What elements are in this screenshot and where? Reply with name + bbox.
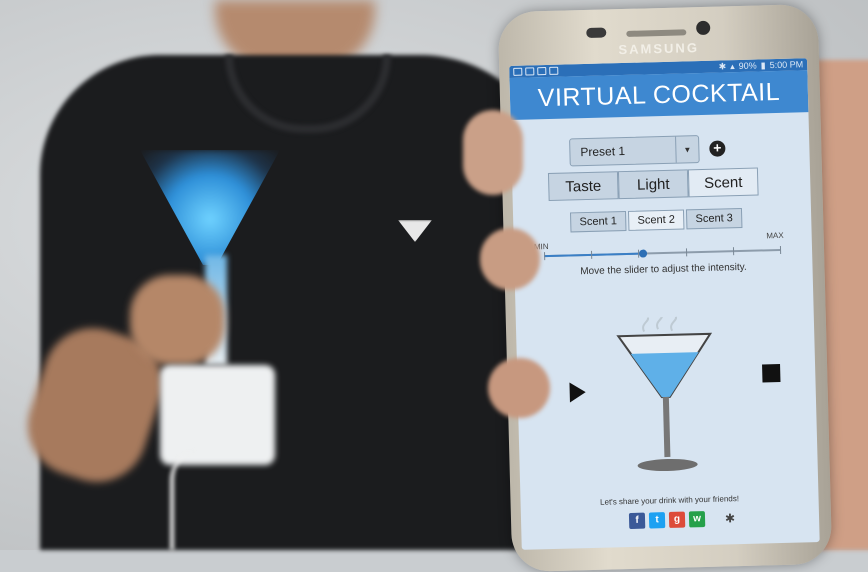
slider-tick: [685, 248, 687, 257]
front-camera: [586, 27, 607, 38]
share-row: f t g w ✱: [628, 510, 735, 530]
scent-tabs: Scent 1 Scent 2 Scent 3: [569, 207, 743, 233]
person-hand: [130, 275, 225, 365]
play-icon[interactable]: [569, 382, 586, 403]
slider-tick: [732, 247, 734, 256]
smartphone: SAMSUNG ✱ ▴ 90% ▮ 5:00 PM VIRTUAL COCKTA…: [497, 3, 833, 572]
preset-row: Preset 1 ▼ +: [569, 134, 726, 167]
bluetooth-icon[interactable]: ✱: [725, 511, 735, 525]
preset-dropdown[interactable]: Preset 1 ▼: [569, 135, 700, 167]
add-preset-button[interactable]: +: [709, 139, 726, 157]
tab-scent-3[interactable]: Scent 3: [685, 207, 743, 230]
earpiece-speaker: [626, 29, 687, 37]
holder-finger: [480, 228, 540, 290]
slider-thumb[interactable]: [639, 249, 648, 258]
battery-level: 90%: [738, 60, 757, 71]
holder-thumb: [463, 110, 523, 195]
slider-tick: [638, 249, 640, 258]
slider-tick: [779, 245, 782, 254]
battery-icon: ▮: [760, 59, 766, 70]
slider-tick: [591, 250, 593, 259]
chevron-down-icon: ▼: [675, 136, 699, 163]
phone-brand: SAMSUNG: [618, 40, 700, 58]
notification-icon: [513, 67, 523, 76]
image-icon: [549, 66, 559, 75]
usb-cable: [170, 450, 234, 550]
tab-light[interactable]: Light: [617, 169, 689, 200]
mode-tabs: Taste Light Scent: [547, 167, 759, 202]
status-system: ✱ ▴ 90% ▮ 5:00 PM: [718, 59, 803, 72]
tab-scent-2[interactable]: Scent 2: [627, 209, 685, 231]
slider-fill: [544, 252, 644, 258]
signal-icon: ▴: [730, 60, 735, 71]
whatsapp-icon[interactable]: w: [688, 511, 706, 528]
facebook-icon[interactable]: f: [628, 512, 646, 530]
share-text: Let's share your drink with your friends…: [600, 494, 740, 507]
preset-selected: Preset 1: [580, 143, 626, 160]
app-title: VIRTUAL COCKTAIL: [509, 70, 809, 120]
phone-screen: ✱ ▴ 90% ▮ 5:00 PM VIRTUAL COCKTAIL Prese…: [509, 58, 820, 550]
proximity-sensor: [696, 20, 711, 36]
status-notification-icons: [513, 66, 559, 76]
slider-tick: [544, 252, 546, 261]
slider-track[interactable]: [544, 245, 782, 261]
slider-max-label: MAX: [766, 230, 784, 241]
clock: 5:00 PM: [769, 59, 804, 71]
tab-scent-1[interactable]: Scent 1: [569, 210, 627, 233]
cocktail-glass-icon: [616, 315, 713, 472]
twitter-icon[interactable]: t: [648, 512, 666, 529]
stop-icon[interactable]: [762, 364, 781, 383]
bluetooth-status-icon: ✱: [718, 60, 727, 72]
holder-finger: [488, 358, 550, 418]
tab-taste[interactable]: Taste: [547, 171, 619, 202]
google-plus-icon[interactable]: g: [668, 511, 686, 528]
tab-scent[interactable]: Scent: [687, 167, 759, 198]
mail-icon: [525, 67, 535, 76]
wifi-icon: [537, 67, 547, 76]
